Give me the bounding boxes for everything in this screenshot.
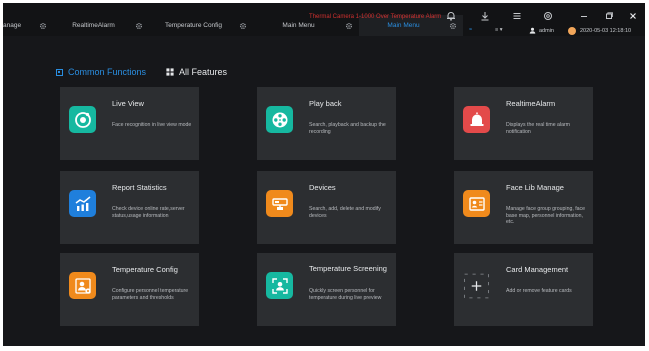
datetime: 2020-05-03 12:18:10 bbox=[580, 28, 632, 34]
card-description: Quickly screen personnel for temperature… bbox=[309, 288, 382, 301]
card-description: Face recognition in live view mode bbox=[112, 122, 192, 128]
clock: 2020-05-03 12:18:10 bbox=[568, 27, 631, 35]
card-title: Play back bbox=[309, 99, 342, 108]
gear-icon[interactable] bbox=[448, 21, 457, 30]
grid-icon bbox=[166, 68, 174, 76]
username: admin bbox=[539, 27, 554, 34]
alarm-notification[interactable]: Thermal Camera 1-1000 Over Temperature A… bbox=[309, 14, 441, 20]
card-title: Face Lib Manage bbox=[506, 183, 564, 192]
person-gear-icon bbox=[69, 272, 96, 299]
network-status: ≈ bbox=[469, 27, 473, 33]
alarm-bell-icon bbox=[463, 106, 490, 133]
add-card-icon bbox=[463, 272, 490, 299]
card-description: Add or remove feature cards bbox=[506, 288, 572, 294]
live-view-icon bbox=[69, 106, 96, 133]
feature-tabs: Common Functions All Features bbox=[56, 67, 227, 77]
card-description: Search, add, delete and modify devices bbox=[309, 206, 381, 219]
device-icon bbox=[266, 190, 293, 217]
tab-label: Temperature Config bbox=[164, 22, 223, 29]
card-temperature-screening[interactable]: Temperature Screening Quickly screen per… bbox=[257, 253, 396, 326]
card-title: Temperature Config bbox=[112, 265, 178, 274]
chart-icon bbox=[69, 190, 96, 217]
card-description: Search, playback and backup the recordin… bbox=[309, 122, 386, 135]
card-report-statistics[interactable]: Report Statistics Check device online ra… bbox=[60, 171, 199, 244]
square-icon bbox=[56, 68, 63, 76]
person-frame-icon bbox=[266, 272, 293, 299]
download-icon[interactable] bbox=[479, 10, 491, 22]
card-card-management[interactable]: Card Management Add or remove feature ca… bbox=[454, 253, 593, 326]
card-description: Configure personnel temperature paramete… bbox=[112, 288, 189, 301]
card-title: Report Statistics bbox=[112, 183, 167, 192]
card-playback[interactable]: Play back Search, playback and backup th… bbox=[257, 87, 396, 160]
card-title: Card Management bbox=[506, 265, 569, 274]
card-title: Devices bbox=[309, 183, 336, 192]
gear-icon[interactable] bbox=[134, 21, 143, 30]
close-icon[interactable] bbox=[627, 10, 639, 22]
card-devices[interactable]: Devices Search, add, delete and modify d… bbox=[257, 171, 396, 244]
tab-device-manage[interactable]: anage bbox=[3, 15, 53, 36]
tab-label: RealtimeAlarm bbox=[72, 22, 115, 29]
card-face-lib-manage[interactable]: Face Lib Manage Manage face group groupi… bbox=[454, 171, 593, 244]
tab-label: Main Menu bbox=[387, 22, 420, 29]
gear-icon[interactable] bbox=[238, 21, 247, 30]
tab-label: Main Menu bbox=[282, 22, 315, 29]
bell-icon[interactable] bbox=[445, 10, 457, 22]
minimize-icon[interactable] bbox=[578, 10, 590, 22]
tab-label: Common Functions bbox=[68, 67, 147, 77]
card-title: Temperature Screening bbox=[309, 264, 387, 273]
restore-icon[interactable] bbox=[603, 10, 615, 22]
app-window: anage RealtimeAlarm Temperature Config M… bbox=[3, 3, 645, 346]
card-title: Live View bbox=[112, 99, 144, 108]
tab-common-functions[interactable]: Common Functions bbox=[56, 67, 146, 77]
card-title: RealtimeAlarm bbox=[506, 99, 556, 108]
tab-all-features[interactable]: All Features bbox=[166, 67, 227, 77]
gear-icon[interactable] bbox=[344, 21, 353, 30]
film-reel-icon bbox=[266, 106, 293, 133]
card-description: Check device online rate,server status,u… bbox=[112, 206, 185, 219]
tab-label: All Features bbox=[179, 67, 228, 77]
gear-icon[interactable] bbox=[38, 21, 47, 30]
user-account[interactable]: admin bbox=[529, 27, 554, 34]
card-realtime-alarm[interactable]: RealtimeAlarm Displays the real time ala… bbox=[454, 87, 593, 160]
tab-label: anage bbox=[3, 22, 22, 29]
user-icon bbox=[529, 27, 536, 34]
id-card-icon bbox=[463, 190, 490, 217]
card-live-view[interactable]: Live View Face recognition in live view … bbox=[60, 87, 199, 160]
settings-icon[interactable] bbox=[542, 10, 554, 22]
card-temperature-config[interactable]: Temperature Config Configure personnel t… bbox=[60, 253, 199, 326]
card-description: Displays the real time alarm notificatio… bbox=[506, 122, 571, 135]
tab-realtime-alarm[interactable]: RealtimeAlarm bbox=[53, 15, 149, 36]
menu-icon[interactable] bbox=[511, 10, 523, 22]
status-menu[interactable]: ≡ ▾ bbox=[495, 27, 503, 33]
tab-temperature-config[interactable]: Temperature Config bbox=[149, 15, 253, 36]
card-description: Manage face group grouping, face base ma… bbox=[506, 206, 586, 225]
avatar[interactable] bbox=[568, 27, 576, 35]
